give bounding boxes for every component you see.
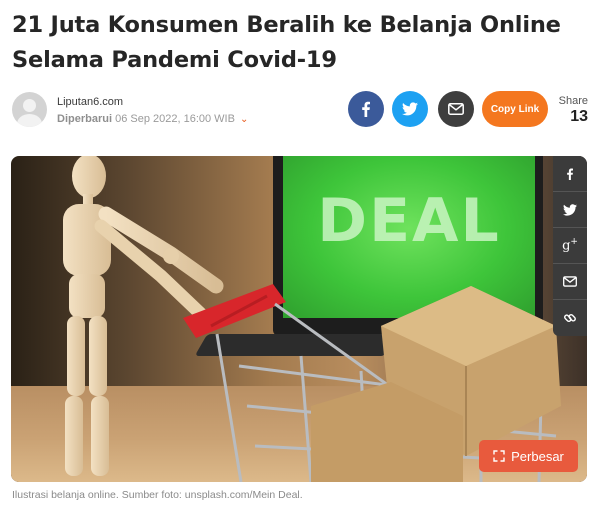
share-count-value: 13 (570, 108, 588, 125)
shopping-cart (183, 284, 561, 482)
share-count-label: Share (558, 95, 588, 107)
twitter-icon (563, 203, 577, 216)
email-share-button[interactable] (438, 91, 474, 127)
email-icon (448, 103, 464, 115)
zoom-label: Perbesar (511, 448, 564, 464)
article-image[interactable]: DEAL (11, 156, 587, 482)
updated-label: Diperbarui (57, 113, 113, 125)
author-avatar (12, 92, 47, 127)
chevron-down-icon: ⌄ (240, 114, 249, 125)
image-google-plus-share[interactable]: g+ (553, 228, 587, 264)
article-meta: Liputan6.com Diperbarui 06 Sep 2022, 16:… (12, 91, 588, 131)
facebook-icon (567, 168, 573, 180)
email-icon (563, 276, 577, 287)
update-info[interactable]: Diperbarui 06 Sep 2022, 16:00 WIB ⌄ (57, 113, 248, 125)
twitter-share-button[interactable] (392, 91, 428, 127)
updated-time: 06 Sep 2022, 16:00 WIB (115, 113, 235, 125)
share-counter: Share 13 (552, 95, 588, 126)
image-email-share[interactable] (553, 264, 587, 300)
facebook-share-button[interactable] (348, 91, 384, 127)
image-facebook-share[interactable] (553, 156, 587, 192)
image-caption: Ilustrasi belanja online. Sumber foto: u… (12, 489, 303, 501)
expand-icon (493, 450, 505, 462)
image-twitter-share[interactable] (553, 192, 587, 228)
facebook-icon (362, 101, 370, 117)
link-icon (564, 313, 576, 322)
copy-link-button[interactable]: Copy Link (482, 91, 548, 127)
google-plus-icon: g+ (562, 237, 578, 254)
image-link-share[interactable] (553, 300, 587, 336)
source-name[interactable]: Liputan6.com (57, 96, 123, 108)
article-title: 21 Juta Konsumen Beralih ke Belanja Onli… (12, 12, 561, 73)
image-share-bar: g+ (553, 156, 587, 336)
twitter-icon (402, 102, 418, 116)
zoom-image-button[interactable]: Perbesar (479, 440, 578, 472)
